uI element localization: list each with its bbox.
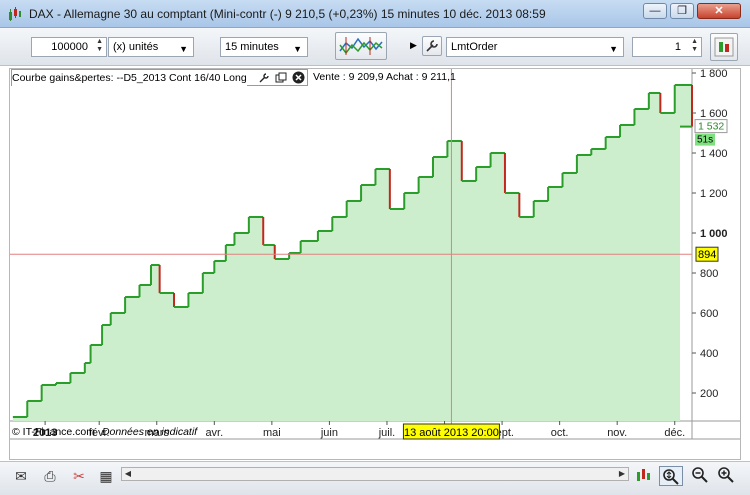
close-circle-icon[interactable] (292, 71, 305, 84)
place-order-button[interactable] (710, 33, 738, 61)
y-tick-label: 1 800 (700, 69, 728, 80)
wrench-icon[interactable] (258, 72, 270, 84)
timeframe-select[interactable]: 15 minutes ▼ (220, 37, 308, 57)
x-tick-label: mai (263, 427, 281, 439)
close-button[interactable]: ✕ (697, 3, 741, 19)
crosshair-date-label: 13 août 2013 20:00 (404, 427, 499, 439)
x-tick-label: déc. (664, 427, 685, 439)
copy-window-icon[interactable] (275, 72, 287, 84)
y-tick-label: 1 000 (700, 228, 728, 240)
lots-stepper-icon[interactable]: ▲ ▼ (691, 38, 698, 54)
y-tick-label: 800 (700, 268, 718, 280)
app-logo-icon (9, 7, 21, 21)
maximize-button[interactable]: ❐ (670, 3, 694, 19)
chart-indicator-icon (339, 37, 383, 55)
disclaimer-text: Données en indicatif (101, 426, 198, 438)
bottom-toolbar: ✉ ⎙ ✂ ▦ ◀ ▶ (0, 461, 750, 495)
toolbar: 100000 ▲ ▼ (x) unités ▼ 15 minutes ▼ ▶ Lm… (0, 28, 750, 66)
wrench-icon (426, 40, 438, 52)
lots-value: 1 (674, 41, 681, 53)
x-tick-label: juin (320, 427, 338, 439)
y-tick-label: 600 (700, 308, 718, 320)
y-tick-label: 1 600 (700, 108, 728, 120)
order-type-value: LmtOrder (451, 41, 498, 53)
legend-title: Courbe gains&pertes: --D5_2013 Cont 16/4… (12, 72, 247, 84)
chart-footer: © IT-Finance.com Données en indicatif (12, 426, 197, 438)
y-tick-label: 200 (700, 388, 718, 400)
y-tick-label: 1 200 (700, 188, 728, 200)
window-title: DAX - Allemagne 30 au comptant (Mini-con… (29, 7, 546, 21)
quantity-stepper-icon[interactable]: ▲ ▼ (96, 38, 103, 54)
auto-scale-icon[interactable] (659, 466, 683, 486)
unit-value: (x) unités (113, 41, 159, 53)
unit-select[interactable]: (x) unités ▼ (108, 37, 194, 57)
x-tick-label: juil. (378, 427, 396, 439)
y-tick-label: 400 (700, 348, 718, 360)
order-icon (714, 37, 734, 57)
chart-legend: Courbe gains&pertes: --D5_2013 Cont 16/4… (12, 70, 305, 86)
equity-curve-chart[interactable]: 2004006008001 0001 2001 4001 6001 800201… (10, 69, 740, 459)
indicator-chart-icon[interactable] (633, 466, 653, 486)
calculator-icon[interactable]: ▦ (96, 466, 116, 486)
x-tick-label: nov. (607, 427, 627, 439)
title-bar: DAX - Allemagne 30 au comptant (Mini-con… (0, 0, 750, 28)
equity-area (12, 85, 693, 421)
quantity-value: 100000 (51, 41, 88, 53)
copyright-text: © IT-Finance.com (12, 426, 96, 438)
order-type-select[interactable]: LmtOrder ▼ (446, 37, 624, 57)
timeframe-value: 15 minutes (225, 41, 279, 53)
indicators-button[interactable] (335, 32, 387, 60)
countdown-label: 51s (697, 135, 713, 146)
settings-button[interactable] (422, 36, 442, 56)
chevron-down-icon: ▼ (179, 44, 188, 54)
disconnect-icon[interactable]: ✂ (69, 466, 89, 486)
zoom-out-icon[interactable] (690, 466, 710, 486)
zoom-in-icon[interactable] (716, 466, 736, 486)
x-tick-label: avr. (205, 427, 223, 439)
print-icon[interactable]: ⎙ (40, 466, 60, 486)
scroll-left-arrow-icon[interactable]: ◀ (122, 468, 134, 480)
current-value-label: 1 532 (698, 121, 724, 133)
horizontal-scrollbar[interactable]: ◀ ▶ (121, 467, 629, 481)
minimize-button[interactable]: — (643, 3, 667, 19)
y-tick-label: 1 400 (700, 148, 728, 160)
lots-input[interactable]: 1 ▲ ▼ (632, 37, 702, 57)
chevron-down-icon: ▼ (293, 44, 302, 54)
scroll-right-arrow-icon[interactable]: ▶ (616, 468, 628, 480)
play-arrow-icon[interactable]: ▶ (410, 40, 417, 51)
crosshair-value-label: 894 (698, 249, 716, 261)
bid-ask-quote: Vente : 9 209,9 Achat : 9 211,1 (313, 71, 456, 83)
mail-icon[interactable]: ✉ (11, 466, 31, 486)
quantity-input[interactable]: 100000 ▲ ▼ (31, 37, 107, 57)
x-tick-label: oct. (551, 427, 569, 439)
chevron-down-icon: ▼ (609, 44, 618, 54)
